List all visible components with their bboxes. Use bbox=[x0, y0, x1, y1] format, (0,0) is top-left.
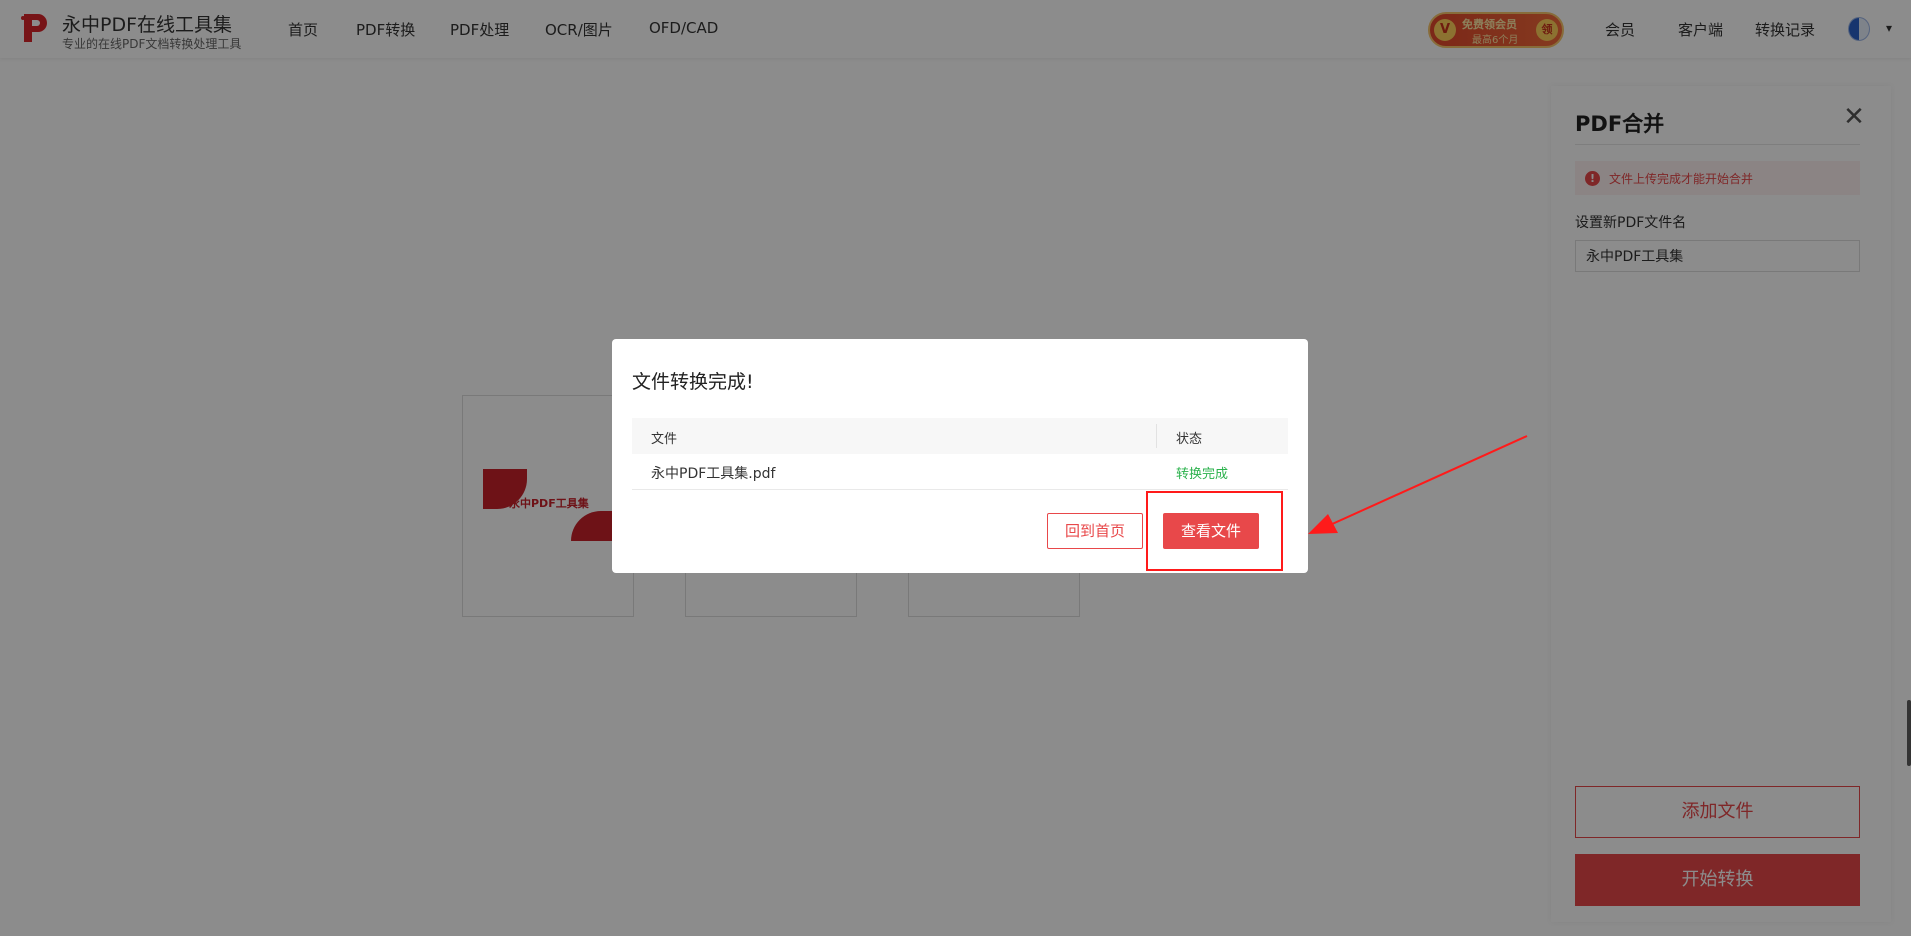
file-name-cell: 永中PDF工具集.pdf bbox=[651, 466, 776, 482]
scrollbar-thumb[interactable] bbox=[1907, 700, 1911, 766]
column-header-file: 文件 bbox=[651, 432, 678, 447]
dialog-title: 文件转换完成! bbox=[632, 371, 754, 393]
column-header-status: 状态 bbox=[1176, 432, 1203, 447]
annotation-highlight-box bbox=[1146, 491, 1283, 571]
status-cell: 转换完成 bbox=[1176, 467, 1229, 482]
annotation-arrow-icon bbox=[1308, 435, 1528, 534]
table-header: 文件 状态 bbox=[632, 418, 1288, 454]
column-divider bbox=[1156, 424, 1157, 448]
table-row: 永中PDF工具集.pdf 转换完成 bbox=[632, 454, 1288, 490]
back-home-button[interactable]: 回到首页 bbox=[1047, 513, 1143, 549]
